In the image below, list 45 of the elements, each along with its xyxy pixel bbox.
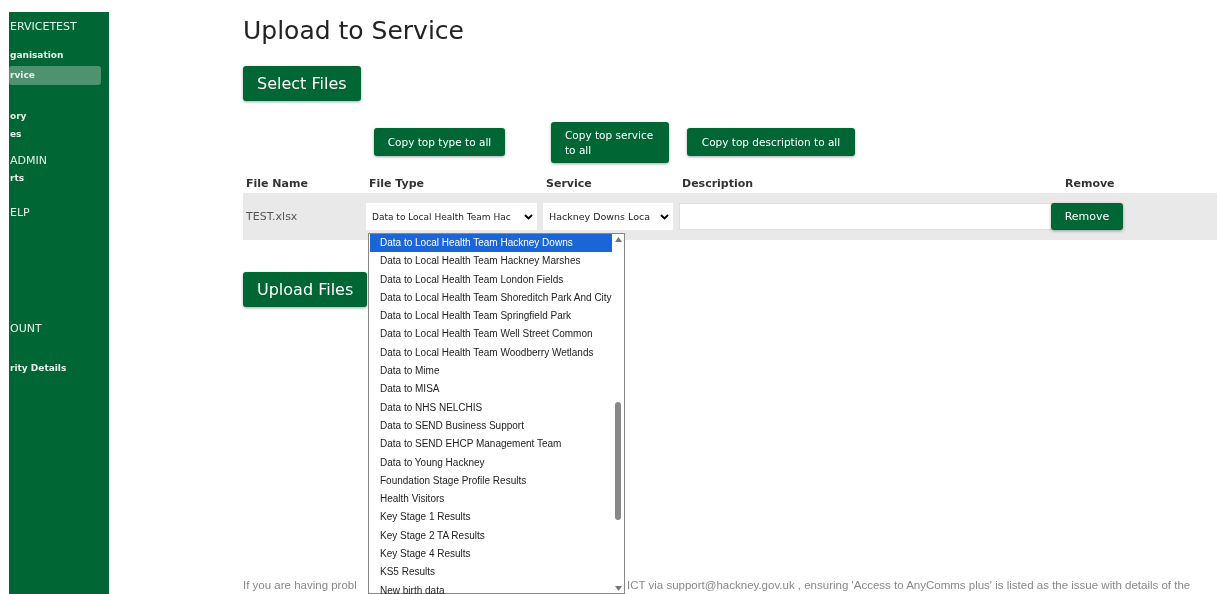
- dropdown-option[interactable]: Key Stage 4 Results: [370, 545, 612, 564]
- column-header: Service: [545, 177, 593, 192]
- copy-button[interactable]: Copy top type to all: [374, 128, 505, 156]
- column-header: Remove: [1064, 177, 1116, 192]
- sidebar-item[interactable]: ory: [9, 109, 109, 123]
- sidebar-item[interactable]: rity Details: [9, 361, 109, 375]
- dropdown-option[interactable]: Data to Local Health Team Hackney Downs: [370, 234, 612, 253]
- sidebar-title: ERVICETEST: [9, 20, 78, 35]
- file-type-select[interactable]: Data to Local Health Team Hac: [366, 203, 537, 230]
- dropdown-option[interactable]: Data to Local Health Team Hackney Marshes: [370, 252, 612, 271]
- dropdown-option[interactable]: Data to Local Health Team Shoreditch Park And City: [370, 288, 612, 308]
- dropdown-option[interactable]: Health Visitors: [370, 490, 612, 509]
- dropdown-option[interactable]: Data to Young Hackney: [370, 453, 612, 472]
- file-name-cell-text: TEST.xlsx: [245, 210, 299, 223]
- sidebar-item[interactable]: ganisation: [9, 48, 109, 62]
- column-header: Description: [681, 177, 755, 192]
- dropdown-option[interactable]: Data to Local Health Team Well Street Common: [370, 325, 612, 344]
- dropdown-option[interactable]: Data to NHS NELCHIS: [370, 398, 612, 417]
- select-files-button[interactable]: Select Files: [243, 66, 361, 101]
- help-text: ICT via support@hackney.gov.uk , ensuring 'Access to AnyComms plus' is listed as the issue with details of the: [627, 579, 1191, 591]
- dropdown-option[interactable]: Data to MISA: [370, 380, 612, 399]
- sidebar-heading[interactable]: ADMIN: [9, 153, 109, 169]
- dropdown-option[interactable]: Key Stage 2 TA Results: [370, 526, 612, 546]
- dropdown-option[interactable]: KS5 Results: [370, 563, 612, 582]
- column-header: File Type: [368, 177, 426, 192]
- dropdown-option[interactable]: Data to Local Health Team Woodberry Wetlands: [370, 343, 612, 363]
- dropdown-option[interactable]: Data to Local Health Team Springfield Park: [370, 307, 612, 326]
- page-title: Upload to Service: [243, 15, 464, 47]
- dropdown-option[interactable]: New birth data: [370, 581, 612, 594]
- service-select[interactable]: Hackney Downs Loca: [543, 203, 673, 230]
- dropdown-option[interactable]: Foundation Stage Profile Results: [370, 471, 612, 491]
- sidebar-heading[interactable]: OUNT: [9, 321, 109, 337]
- dropdown-option[interactable]: Data to Mime: [370, 362, 612, 381]
- help-text: If you are having probl: [243, 579, 357, 591]
- copy-button[interactable]: Copy top description to all: [687, 128, 855, 156]
- sidebar-heading[interactable]: ELP: [9, 205, 109, 221]
- dropdown-option[interactable]: Data to SEND Business Support: [370, 416, 612, 436]
- dropdown-option[interactable]: Key Stage 1 Results: [370, 508, 612, 527]
- upload-files-button[interactable]: Upload Files: [243, 272, 368, 307]
- dropdown-option[interactable]: Data to Local Health Team London Fields: [370, 270, 612, 289]
- dropdown-option[interactable]: Data to SEND EHCP Management Team: [370, 435, 612, 454]
- column-header: File Name: [245, 177, 309, 192]
- copy-button[interactable]: Copy top service to all: [551, 122, 669, 163]
- sidebar-item[interactable]: rts: [9, 171, 109, 185]
- sidebar-item[interactable]: es: [9, 127, 109, 141]
